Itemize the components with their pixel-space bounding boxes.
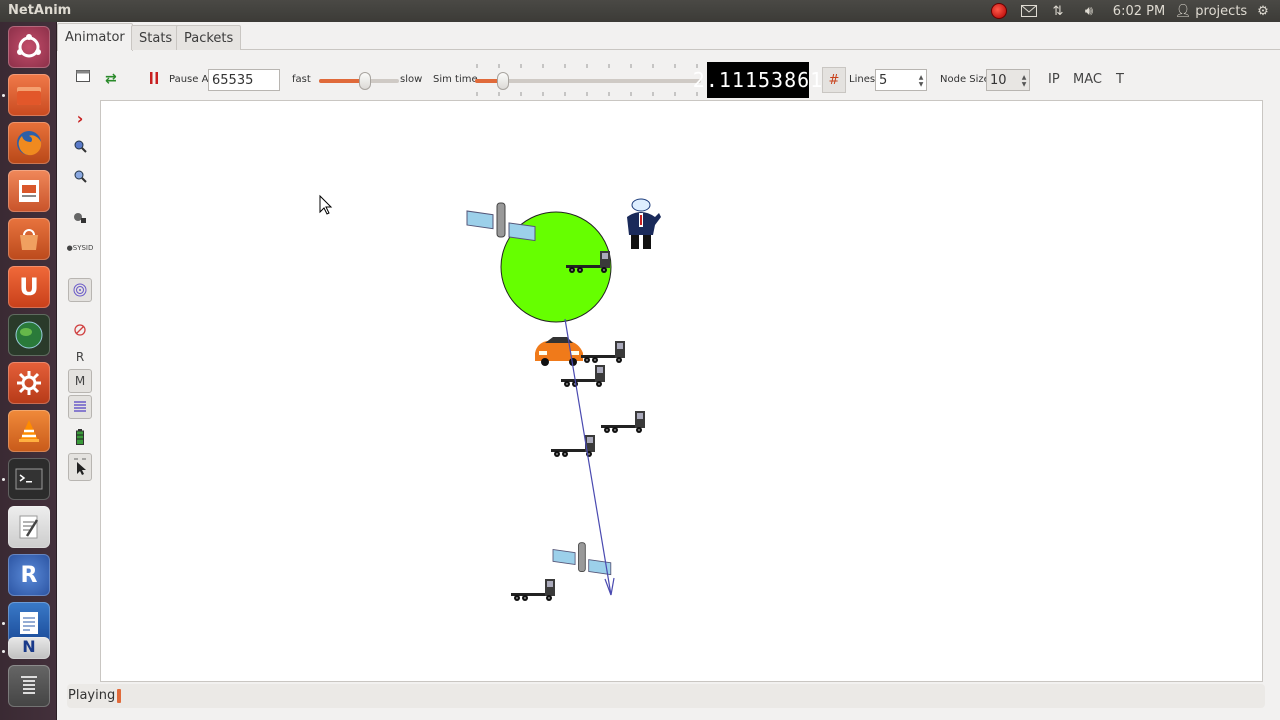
node-description-icon[interactable]	[68, 206, 92, 230]
pause-icon[interactable]	[149, 72, 159, 84]
no-packets-icon[interactable]	[68, 318, 92, 342]
record-indicator-icon[interactable]	[989, 2, 1009, 20]
terminal-icon[interactable]	[8, 458, 50, 500]
running-pip	[2, 650, 5, 653]
pause-at-input[interactable]: 65535	[208, 69, 280, 91]
node-sysid-icon[interactable]: ●SYSID	[67, 236, 94, 260]
firefox-icon[interactable]	[8, 122, 50, 164]
sim-time-display: 2.11153861	[693, 62, 822, 98]
t-toggle-button[interactable]: T	[1116, 72, 1124, 87]
software-center-icon[interactable]	[8, 218, 50, 260]
r-icon[interactable]: R	[8, 554, 50, 596]
truck-node-icon	[581, 341, 625, 363]
node-size-value: 10	[990, 72, 1007, 88]
lines-label: Lines	[849, 74, 876, 85]
reload-icon[interactable]: ⇄	[105, 71, 117, 87]
files-icon[interactable]	[8, 74, 50, 116]
user-icon: 👤︎	[1174, 3, 1192, 19]
vlc-icon[interactable]	[8, 410, 50, 452]
grid-toggle-icon[interactable]: #	[822, 67, 846, 93]
running-pip	[2, 478, 5, 481]
text-editor-icon[interactable]	[8, 506, 50, 548]
running-pip	[2, 94, 5, 97]
tab-packets[interactable]: Packets	[176, 25, 242, 50]
netanim-window: Animator Stats Packets ⇄ Pause At 65535 …	[57, 22, 1280, 720]
clock[interactable]: 6:02 PM	[1112, 2, 1166, 20]
truck-node-icon	[551, 435, 595, 457]
pause-at-label: Pause At	[169, 74, 213, 85]
tool-column: › ●SYSID R M	[67, 102, 95, 492]
lines-spinbox[interactable]: 5 ▲ ▼	[875, 69, 927, 91]
app-title: NetAnim	[8, 3, 72, 18]
mac-toggle-button[interactable]: MAC	[1073, 72, 1102, 87]
truck-node-icon	[511, 579, 555, 601]
zoom-out-icon[interactable]	[68, 164, 92, 188]
satellite-node-icon	[552, 542, 612, 576]
sim-time-label: Sim time	[433, 74, 478, 85]
status-progress	[117, 689, 121, 703]
battery-icon[interactable]	[68, 425, 92, 449]
selection-pointer-icon[interactable]	[68, 453, 92, 481]
fast-forward-icon[interactable]: ›	[68, 106, 92, 130]
person-node-icon	[627, 198, 661, 249]
lines-value: 5	[879, 72, 888, 88]
presentation-icon[interactable]	[8, 170, 50, 212]
top-panel: NetAnim ⇅ 🔊︎ 6:02 PM 👤︎ projects ⚙	[0, 0, 1280, 22]
slow-label: slow	[400, 74, 423, 85]
fast-label: fast	[292, 74, 311, 85]
settings-icon[interactable]	[8, 362, 50, 404]
truck-node-icon	[601, 411, 645, 433]
globe-icon[interactable]	[8, 314, 50, 356]
wireless-circles-icon[interactable]	[68, 278, 92, 302]
mail-icon[interactable]	[1018, 2, 1040, 20]
dropdown-arrows-icon[interactable]: ▲ ▼	[1019, 70, 1029, 92]
session-gear-icon[interactable]: ⚙	[1254, 2, 1272, 20]
animation-canvas[interactable]	[100, 100, 1263, 682]
mouse-cursor-icon	[319, 194, 333, 215]
running-pip	[2, 622, 5, 625]
spin-arrows-icon[interactable]: ▲ ▼	[916, 70, 926, 92]
ip-toggle-button[interactable]: IP	[1048, 72, 1060, 87]
launcher: U R N	[0, 22, 57, 720]
routing-r-button[interactable]: R	[68, 345, 92, 369]
zoom-in-icon[interactable]	[68, 134, 92, 158]
car-node-icon	[535, 337, 583, 366]
node-size-label: Node Size	[940, 74, 990, 85]
tab-bar: Animator Stats Packets	[57, 22, 1280, 51]
status-bar: Playing	[67, 684, 1265, 708]
netanim-icon[interactable]: N	[8, 637, 50, 659]
network-icon[interactable]: ⇅	[1048, 2, 1068, 20]
tab-stats[interactable]: Stats	[131, 25, 181, 50]
trash-icon[interactable]	[8, 665, 50, 707]
mobility-m-button[interactable]: M	[68, 369, 92, 393]
list-icon[interactable]	[68, 395, 92, 419]
tab-animator[interactable]: Animator	[57, 23, 133, 51]
truck-node-icon	[561, 365, 605, 387]
user-menu[interactable]: 👤︎ projects	[1174, 2, 1248, 20]
user-name: projects	[1195, 3, 1248, 19]
sound-icon[interactable]: 🔊︎	[1078, 2, 1100, 20]
open-file-icon[interactable]	[76, 70, 90, 82]
ubuntu-logo-icon[interactable]	[8, 26, 50, 68]
ubuntu-one-icon[interactable]: U	[8, 266, 50, 308]
toolbar: ⇄ Pause At 65535 fast slow Sim time 2.11…	[57, 52, 1280, 98]
node-size-select[interactable]: 10 ▲ ▼	[986, 69, 1030, 91]
status-text: Playing	[68, 688, 116, 703]
